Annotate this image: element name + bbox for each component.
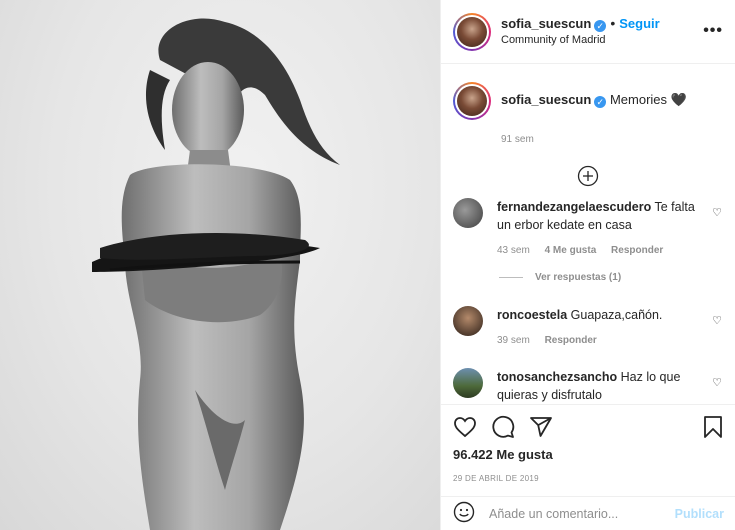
comment-time[interactable]: 39 sem <box>497 335 530 346</box>
heart-icon[interactable]: ♡ <box>712 314 722 327</box>
comment-text: Guapaza,cañón. <box>570 308 663 322</box>
bookmark-icon[interactable] <box>702 415 724 439</box>
verified-badge-icon: ✓ <box>594 20 607 32</box>
caption-avatar[interactable] <box>453 82 491 120</box>
view-replies[interactable]: Ver respuestas (1) <box>499 272 621 283</box>
photo-illustration <box>92 18 340 530</box>
load-more-comments[interactable] <box>441 165 735 193</box>
divider <box>499 277 523 278</box>
avatar[interactable] <box>453 198 483 228</box>
caption-username[interactable]: sofia_suescun <box>501 92 591 107</box>
caption: sofia_suescun ✓ Memories 🖤 <box>441 64 735 120</box>
reply-button[interactable]: Responder <box>611 245 663 256</box>
post-photo[interactable] <box>0 0 440 530</box>
comment-username[interactable]: roncoestela <box>497 308 567 322</box>
avatar[interactable] <box>453 306 483 336</box>
view-replies-label[interactable]: Ver respuestas (1) <box>535 272 621 283</box>
comment-username[interactable]: fernandezangelaescudero <box>497 200 651 214</box>
comment-icon[interactable] <box>491 415 515 439</box>
avatar[interactable] <box>453 368 483 398</box>
more-options-icon[interactable]: ••• <box>703 22 723 40</box>
caption-text: Memories 🖤 <box>609 92 687 107</box>
follow-button[interactable]: Seguir <box>619 16 659 31</box>
comment-username[interactable]: tonosanchezsancho <box>497 370 617 384</box>
post-header: sofia_suescun ✓ • Seguir Community of Madri… <box>441 0 735 64</box>
heart-icon[interactable]: ♡ <box>712 376 722 389</box>
post-date[interactable]: 29 DE ABRIL DE 2019 <box>441 474 735 483</box>
reply-button[interactable]: Responder <box>545 335 597 346</box>
add-comment-bar: Publicar <box>441 496 735 530</box>
publish-button[interactable]: Publicar <box>675 507 724 521</box>
caption-time[interactable]: 91 sem <box>501 134 735 145</box>
comment-input[interactable] <box>489 506 675 521</box>
author-username[interactable]: sofia_suescun <box>501 16 591 31</box>
heart-icon[interactable]: ♡ <box>712 206 722 219</box>
comment-item: roncoestela Guapaza,cañón. 39 sem Respon… <box>453 306 728 350</box>
share-icon[interactable] <box>529 415 553 439</box>
verified-badge-icon: ✓ <box>594 96 607 108</box>
plus-circle-icon[interactable] <box>577 165 599 187</box>
comment-likes[interactable]: 4 Me gusta <box>545 245 597 256</box>
post-side-panel: sofia_suescun ✓ • Seguir Community of Madri… <box>440 0 735 530</box>
comment-item: fernandezangelaescudero Te falta un erbo… <box>453 198 728 260</box>
comment-item: tonosanchezsancho Haz lo que quieras y d… <box>453 368 728 404</box>
comment-time[interactable]: 43 sem <box>497 245 530 256</box>
emoji-icon[interactable] <box>453 501 475 526</box>
likes-count[interactable]: 96.422 Me gusta <box>441 447 735 462</box>
post-actions: 96.422 Me gusta 29 DE ABRIL DE 2019 <box>441 404 735 504</box>
avatar[interactable] <box>453 12 491 51</box>
heart-icon[interactable] <box>453 415 477 439</box>
location-link[interactable]: Community of Madrid <box>501 32 660 48</box>
separator: • <box>610 15 616 31</box>
